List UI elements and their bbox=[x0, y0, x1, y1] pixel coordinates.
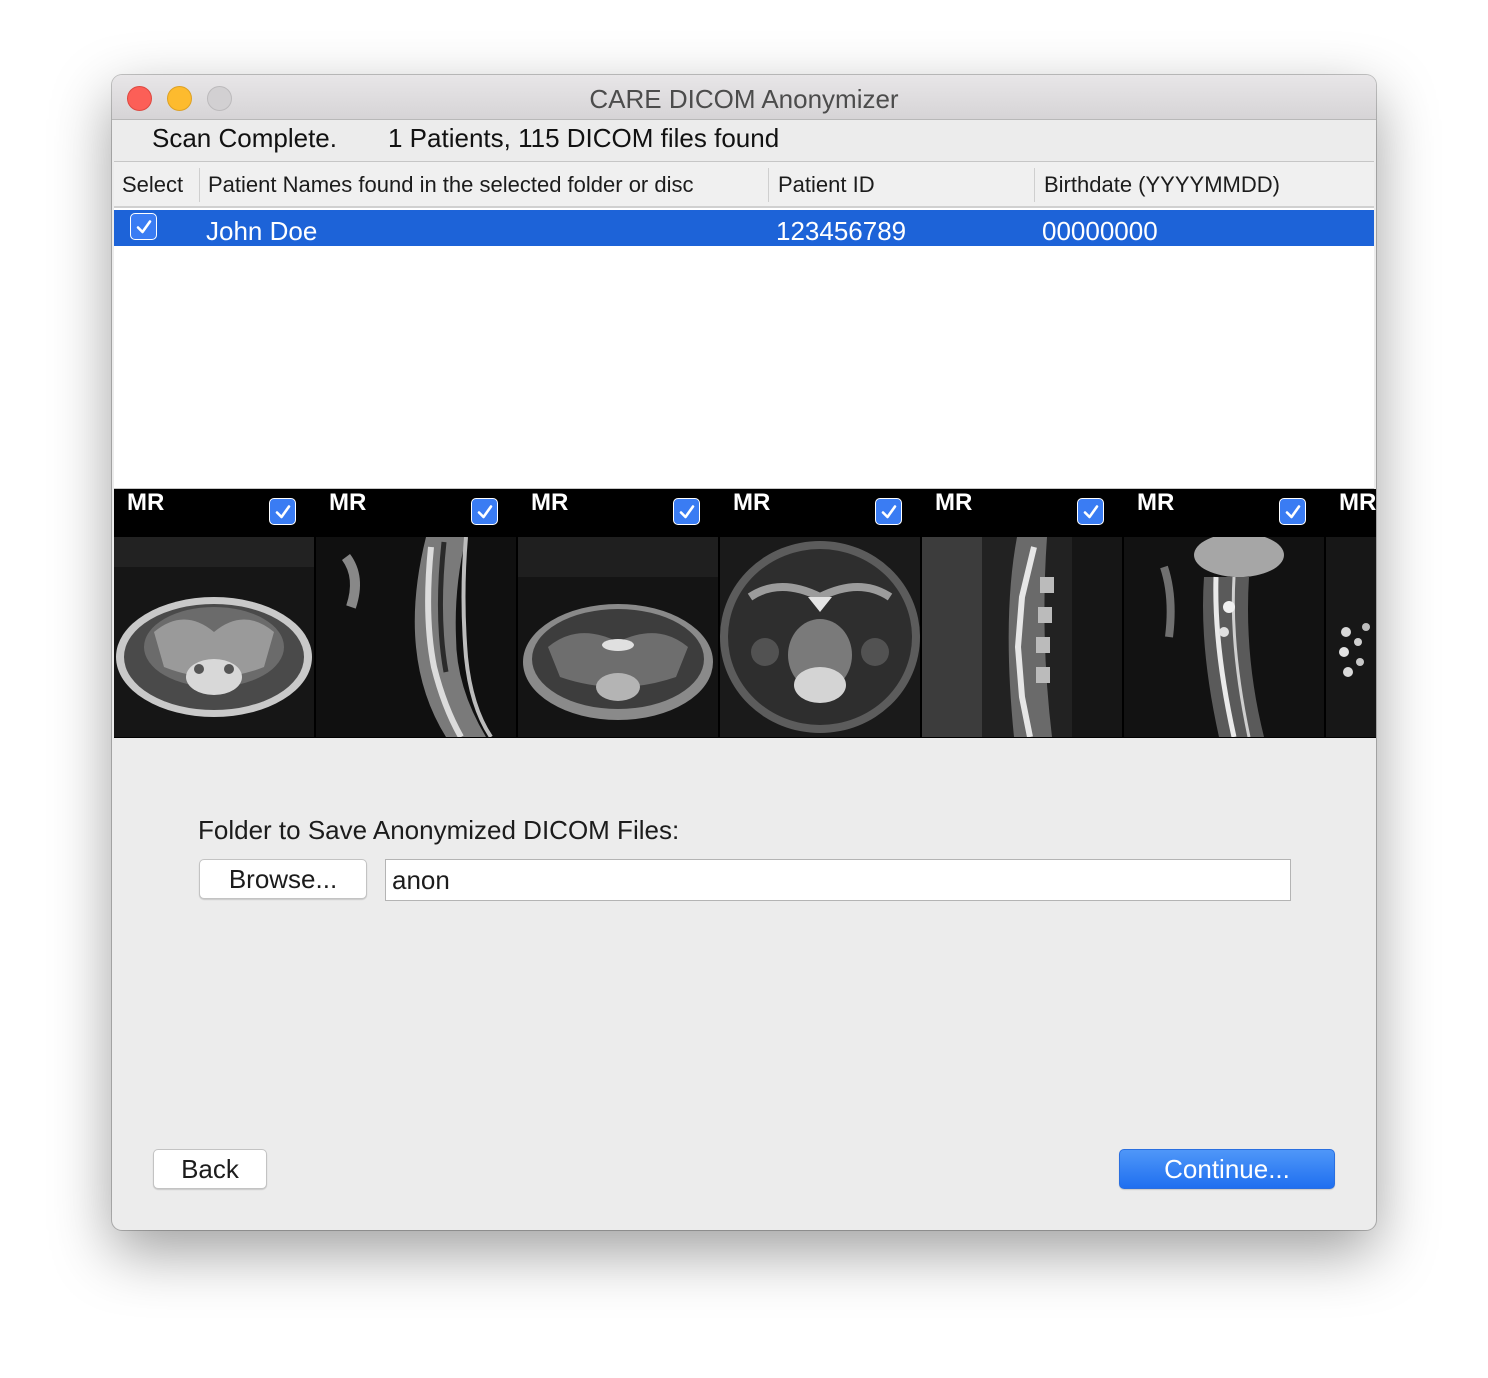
browse-button[interactable]: Browse... bbox=[199, 859, 367, 899]
mri-image-axial-pelvis bbox=[114, 537, 314, 737]
checkmark-icon bbox=[136, 220, 152, 234]
series-thumbnail[interactable]: MR bbox=[316, 489, 516, 738]
mri-image-sagittal-spine bbox=[1124, 537, 1324, 737]
series-thumbnail[interactable]: MR bbox=[922, 489, 1122, 738]
birthdate-cell: 00000000 bbox=[1042, 216, 1158, 246]
modality-label: MR bbox=[531, 489, 569, 516]
checkmark-icon bbox=[679, 505, 695, 519]
output-folder-field[interactable] bbox=[385, 859, 1291, 901]
series-thumbnail-strip[interactable]: MR MR MR MR MR MR MR bbox=[114, 489, 1376, 738]
window-title: CARE DICOM Anonymizer bbox=[589, 84, 899, 114]
column-header-patient-id[interactable]: Patient ID bbox=[778, 172, 875, 198]
patient-table: Select Patient Names found in the select… bbox=[114, 161, 1374, 489]
series-select-checkbox[interactable] bbox=[269, 498, 296, 525]
checkmark-icon bbox=[275, 505, 291, 519]
checkmark-icon bbox=[477, 505, 493, 519]
column-header-patient-name[interactable]: Patient Names found in the selected fold… bbox=[208, 172, 694, 198]
column-divider bbox=[1034, 168, 1035, 202]
mri-image-axial-partial bbox=[1326, 537, 1376, 737]
series-select-checkbox[interactable] bbox=[471, 498, 498, 525]
modality-label: MR bbox=[935, 489, 973, 516]
table-row[interactable]: John Doe 123456789 00000000 bbox=[114, 210, 1374, 246]
scan-summary: 1 Patients, 115 DICOM files found bbox=[388, 123, 780, 153]
series-thumbnail[interactable]: MR bbox=[1326, 489, 1376, 738]
column-divider bbox=[768, 168, 769, 202]
column-divider bbox=[199, 168, 200, 202]
back-button[interactable]: Back bbox=[153, 1149, 267, 1189]
title-bar[interactable]: CARE DICOM Anonymizer bbox=[112, 75, 1376, 120]
checkmark-icon bbox=[1285, 505, 1301, 519]
series-thumbnail[interactable]: MR bbox=[1124, 489, 1324, 738]
patient-id-cell: 123456789 bbox=[776, 216, 907, 246]
scan-status: Scan Complete. bbox=[152, 123, 337, 153]
mri-image-axial-bladder bbox=[720, 537, 920, 737]
series-select-checkbox[interactable] bbox=[673, 498, 700, 525]
series-thumbnail[interactable]: MR bbox=[114, 489, 314, 738]
series-select-checkbox[interactable] bbox=[1077, 498, 1104, 525]
continue-button[interactable]: Continue... bbox=[1119, 1149, 1335, 1189]
checkmark-icon bbox=[1083, 505, 1099, 519]
row-select-checkbox[interactable] bbox=[130, 213, 157, 240]
modality-label: MR bbox=[1137, 489, 1175, 516]
modality-label: MR bbox=[127, 489, 165, 516]
mri-image-sagittal-spine bbox=[316, 537, 516, 737]
mri-image-sagittal-lumbar bbox=[922, 537, 1122, 737]
modality-label: MR bbox=[329, 489, 367, 516]
series-select-checkbox[interactable] bbox=[875, 498, 902, 525]
column-header-birthdate[interactable]: Birthdate (YYYYMMDD) bbox=[1044, 172, 1280, 198]
app-window: CARE DICOM Anonymizer Scan Complete. 1 P… bbox=[112, 75, 1376, 1230]
mri-image-axial-pelvis bbox=[518, 537, 718, 737]
checkmark-icon bbox=[881, 505, 897, 519]
output-folder-label: Folder to Save Anonymized DICOM Files: bbox=[198, 815, 680, 845]
series-thumbnail[interactable]: MR bbox=[720, 489, 920, 738]
modality-label: MR bbox=[733, 489, 771, 516]
patient-name-cell: John Doe bbox=[206, 216, 318, 246]
column-header-select[interactable]: Select bbox=[122, 172, 183, 198]
modality-label: MR bbox=[1339, 489, 1376, 516]
table-header: Select Patient Names found in the select… bbox=[114, 162, 1374, 208]
series-select-checkbox[interactable] bbox=[1279, 498, 1306, 525]
series-thumbnail[interactable]: MR bbox=[518, 489, 718, 738]
